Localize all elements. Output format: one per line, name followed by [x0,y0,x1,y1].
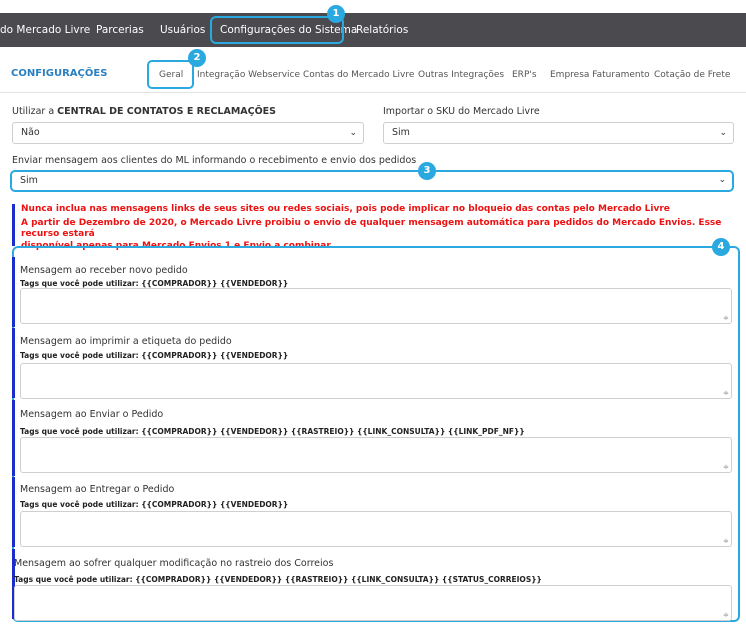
resize-grip-icon[interactable]: ≑ [723,390,729,397]
message-textarea[interactable]: ≑ [20,437,732,473]
message-bar [12,400,15,476]
message-title: Mensagem ao receber novo pedido [20,265,188,276]
message-textarea[interactable]: ≑ [20,511,732,547]
central-contatos-label: Utilizar a CENTRAL DE CONTATOS E RECLAMA… [12,106,277,117]
step-badge-4: 4 [712,238,730,256]
resize-grip-icon[interactable]: ≑ [723,315,729,322]
tab-erps[interactable]: ERP's [512,70,537,80]
tab-cotacao-frete[interactable]: Cotação de Frete [654,70,730,80]
tab-contas-mercado-livre[interactable]: Contas do Mercado Livre [303,70,414,80]
message-tags: Tags que você pode utilizar: {{COMPRADOR… [20,500,289,509]
message-title: Mensagem ao imprimir a etiqueta do pedid… [20,336,232,347]
resize-grip-icon[interactable]: ≑ [723,612,729,619]
config-tabs-row: CONFIGURAÇÕES Geral Integração Webservic… [0,48,746,93]
tab-integracao-webservice[interactable]: Integração Webservice [197,70,300,80]
step-badge-3: 3 [418,162,436,180]
message-title: Mensagem ao Enviar o Pedido [20,409,164,420]
chevron-down-icon: ⌄ [718,175,726,185]
central-contatos-select[interactable]: Não ⌄ [12,122,364,144]
message-textarea[interactable]: ≑ [20,288,732,324]
warning-line-2: A partir de Dezembro de 2020, o Mercado … [21,217,722,240]
chevron-down-icon: ⌄ [349,128,357,138]
nav-item-mercado-livre[interactable]: do Mercado Livre [0,13,90,47]
message-tags: Tags que você pode utilizar: {{COMPRADOR… [20,279,289,288]
send-message-select[interactable]: Sim ⌄ [10,170,734,192]
sku-value: Sim [392,127,410,138]
top-nav: do Mercado Livre Parcerias Usuários Conf… [0,13,746,47]
message-bar [12,328,15,398]
send-message-value: Sim [20,175,38,186]
resize-grip-icon[interactable]: ≑ [723,538,729,545]
message-bar [12,257,15,327]
message-textarea[interactable]: ≑ [14,585,732,621]
message-title: Mensagem ao Entregar o Pedido [20,484,175,495]
send-message-label: Enviar mensagem aos clientes do ML infor… [12,155,417,166]
message-tags: Tags que você pode utilizar: {{COMPRADOR… [20,351,289,360]
central-contatos-value: Não [21,127,40,138]
message-textarea[interactable]: ≑ [20,363,732,399]
warning-line-1: Nunca inclua nas mensagens links de seus… [21,204,670,214]
step-badge-2: 2 [188,49,206,67]
message-bar [12,477,15,547]
message-title: Mensagem ao sofrer qualquer modificação … [14,558,334,569]
sku-select[interactable]: Sim ⌄ [383,122,734,144]
message-tags: Tags que você pode utilizar: {{COMPRADOR… [14,575,542,584]
chevron-down-icon: ⌄ [719,128,727,138]
nav-highlight-box [210,16,344,44]
sku-label: Importar o SKU do Mercado Livre [383,106,540,117]
page-title: CONFIGURAÇÕES [11,68,108,79]
warning-box: Nunca inclua nas mensagens links de seus… [12,204,734,251]
tab-outras-integracoes[interactable]: Outras Integrações [418,70,504,80]
tab-geral[interactable]: Geral [159,70,183,80]
step-badge-1: 1 [327,5,345,23]
tab-empresa-faturamento[interactable]: Empresa Faturamento [550,70,650,80]
nav-item-usuarios[interactable]: Usuários [160,13,205,47]
nav-item-relatorios[interactable]: Relatórios [356,13,408,47]
nav-item-parcerias[interactable]: Parcerias [96,13,144,47]
resize-grip-icon[interactable]: ≑ [723,464,729,471]
message-tags: Tags que você pode utilizar: {{COMPRADOR… [20,427,525,436]
